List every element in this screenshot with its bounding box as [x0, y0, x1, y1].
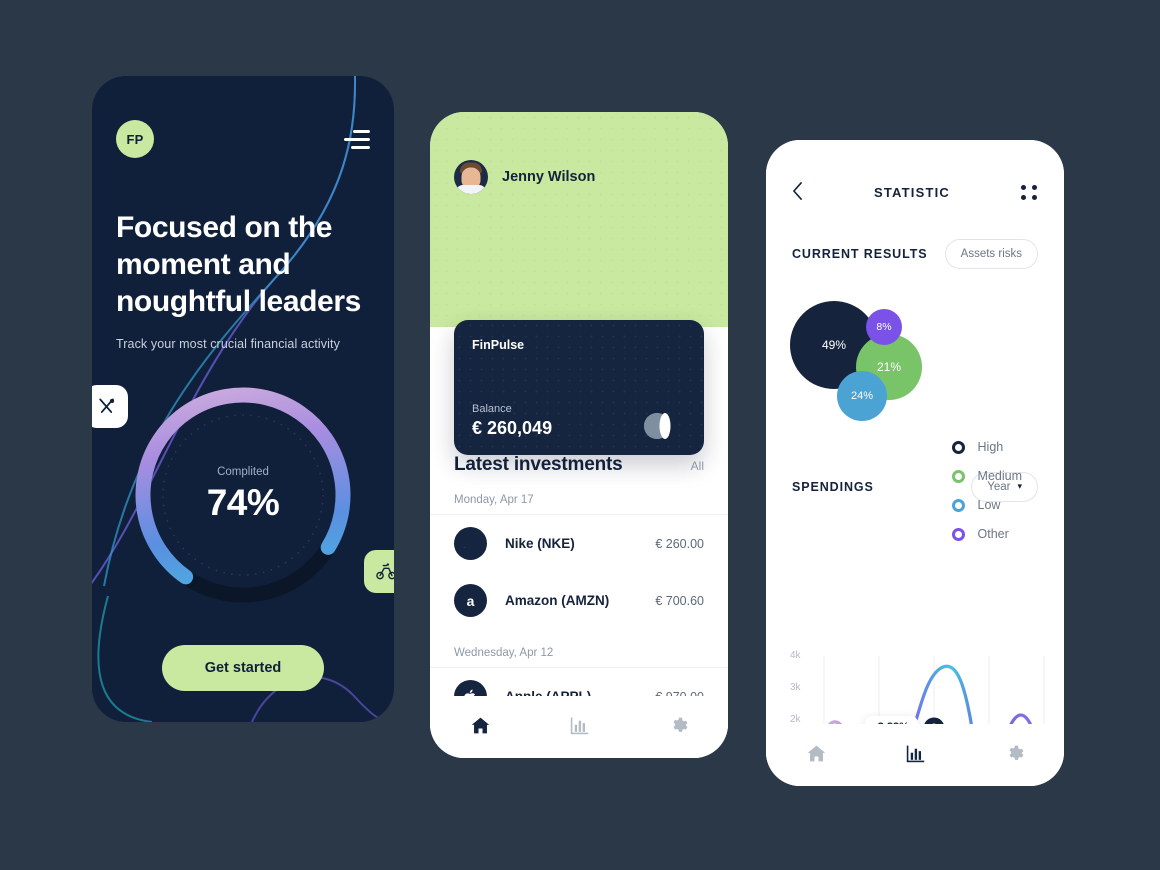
asset-amount: € 260.00: [655, 536, 704, 551]
dot: [1020, 185, 1026, 190]
legend-label: Medium: [977, 469, 1022, 483]
page-title: Focused on the moment and noughtful lead…: [116, 211, 361, 318]
bubble-value: 24%: [850, 390, 874, 402]
amazon-glyph: a: [466, 592, 475, 609]
date-group-label: Monday, Apr 17: [430, 476, 728, 515]
legend-swatch: [951, 440, 965, 454]
progress-label: Complited: [217, 465, 269, 478]
legend-item-medium[interactable]: Medium: [951, 469, 1022, 483]
fork-spoon-icon[interactable]: [92, 384, 128, 428]
bicycle-icon[interactable]: [364, 549, 394, 593]
section-title: Latest investments: [454, 454, 623, 475]
nav-home-icon[interactable]: [470, 715, 491, 740]
progress-value: 74%: [206, 481, 280, 523]
progress-ring-center: Complited 74%: [207, 466, 280, 524]
legend-label: Low: [977, 498, 1001, 512]
progress-ring: Complited 74%: [92, 379, 394, 611]
mc-overlap: [659, 413, 671, 439]
brand-logo[interactable]: FP: [116, 120, 154, 158]
legend-swatch: [951, 498, 965, 512]
dot: [1031, 185, 1037, 190]
grid-dots-icon[interactable]: [1020, 185, 1038, 200]
get-started-button[interactable]: Get started: [162, 644, 324, 691]
assets-risks-filter[interactable]: Assets risks: [944, 239, 1038, 269]
balance-label: Balance: [472, 403, 512, 415]
avatar-shirt: [456, 185, 486, 194]
nav-chart-icon[interactable]: [570, 716, 589, 739]
bottom-nav: [430, 696, 728, 758]
nav-settings-icon[interactable]: [669, 716, 688, 739]
bubble-low[interactable]: 24%: [837, 371, 887, 421]
balance-value: € 260,049: [472, 418, 553, 438]
y-tick-label: 4k: [790, 650, 801, 661]
hamburger-line: [351, 145, 370, 149]
card-brand: FinPulse: [472, 338, 525, 352]
current-results-header: CURRENT RESULTS Assets risks: [766, 203, 1064, 269]
legend-item-low[interactable]: Low: [951, 498, 1022, 512]
mastercard-icon: [644, 413, 686, 439]
legend-swatch: [951, 469, 965, 483]
bubble-value: 49%: [821, 338, 847, 352]
avatar[interactable]: [454, 160, 488, 194]
y-tick-label: 3k: [790, 682, 801, 693]
asset-name: Amazon (AMZN): [505, 593, 610, 608]
asset-name: Nike (NKE): [505, 536, 575, 551]
hamburger-line: [344, 137, 370, 141]
card-bottom: Balance € 260,049: [472, 403, 686, 439]
nike-icon: [454, 527, 487, 560]
bubble-value: 8%: [876, 321, 892, 333]
list-item[interactable]: Nike (NKE) € 260.00: [430, 515, 728, 572]
brand-logo-text: FP: [126, 131, 144, 147]
nav-home-icon[interactable]: [806, 743, 827, 768]
date-group-label: Wednesday, Apr 12: [430, 629, 728, 668]
bubble-value: 21%: [876, 360, 902, 374]
asset-amount: € 700.60: [655, 593, 704, 608]
legend-label: Other: [977, 527, 1009, 541]
screen: FP Focused on the moment and noughtful l…: [0, 0, 1160, 870]
legend-item-other[interactable]: Other: [951, 527, 1022, 541]
phone1-topbar: FP: [116, 76, 370, 158]
balance-card[interactable]: FinPulse Balance € 260,049: [454, 320, 704, 455]
phone-dashboard: Jenny Wilson € 28k Crypto € 37k Stocks €…: [430, 112, 728, 758]
header-banner: [430, 112, 728, 327]
dot: [1031, 195, 1037, 200]
nav-chart-icon[interactable]: [906, 744, 925, 767]
phone-onboarding: FP Focused on the moment and noughtful l…: [92, 76, 394, 722]
page-subtitle: Track your most crucial financial activi…: [116, 336, 340, 351]
phone-statistic: STATISTIC CURRENT RESULTS Assets risks 4…: [766, 140, 1064, 786]
bottom-nav: [766, 724, 1064, 786]
legend-item-high[interactable]: High: [951, 440, 1022, 454]
bubble-chart: 49% 21% 24% 8%: [790, 291, 922, 426]
dot: [1020, 195, 1026, 200]
user-row[interactable]: Jenny Wilson: [454, 160, 595, 194]
spendings-title: SPENDINGS: [792, 480, 874, 494]
balance-block: Balance € 260,049: [472, 403, 552, 439]
hamburger-line: [353, 129, 370, 133]
view-all-link[interactable]: All: [691, 459, 704, 473]
chevron-left-icon[interactable]: [792, 182, 803, 203]
dot-pattern: [430, 112, 728, 327]
list-item[interactable]: a Amazon (AMZN) € 700.60: [430, 572, 728, 629]
bubble-other[interactable]: 8%: [866, 309, 902, 345]
page-title: STATISTIC: [873, 185, 951, 200]
hamburger-icon[interactable]: [344, 129, 370, 149]
nav-settings-icon[interactable]: [1005, 744, 1024, 767]
legend-swatch: [951, 527, 965, 541]
assets-risks-label: Assets risks: [960, 248, 1022, 260]
current-results-title: CURRENT RESULTS: [792, 247, 928, 261]
amazon-icon: a: [454, 584, 487, 617]
user-name: Jenny Wilson: [502, 169, 596, 185]
statistic-topbar: STATISTIC: [766, 140, 1064, 203]
bubble-chart-legend: High Medium Low Other: [951, 440, 1022, 541]
legend-label: High: [977, 440, 1004, 454]
